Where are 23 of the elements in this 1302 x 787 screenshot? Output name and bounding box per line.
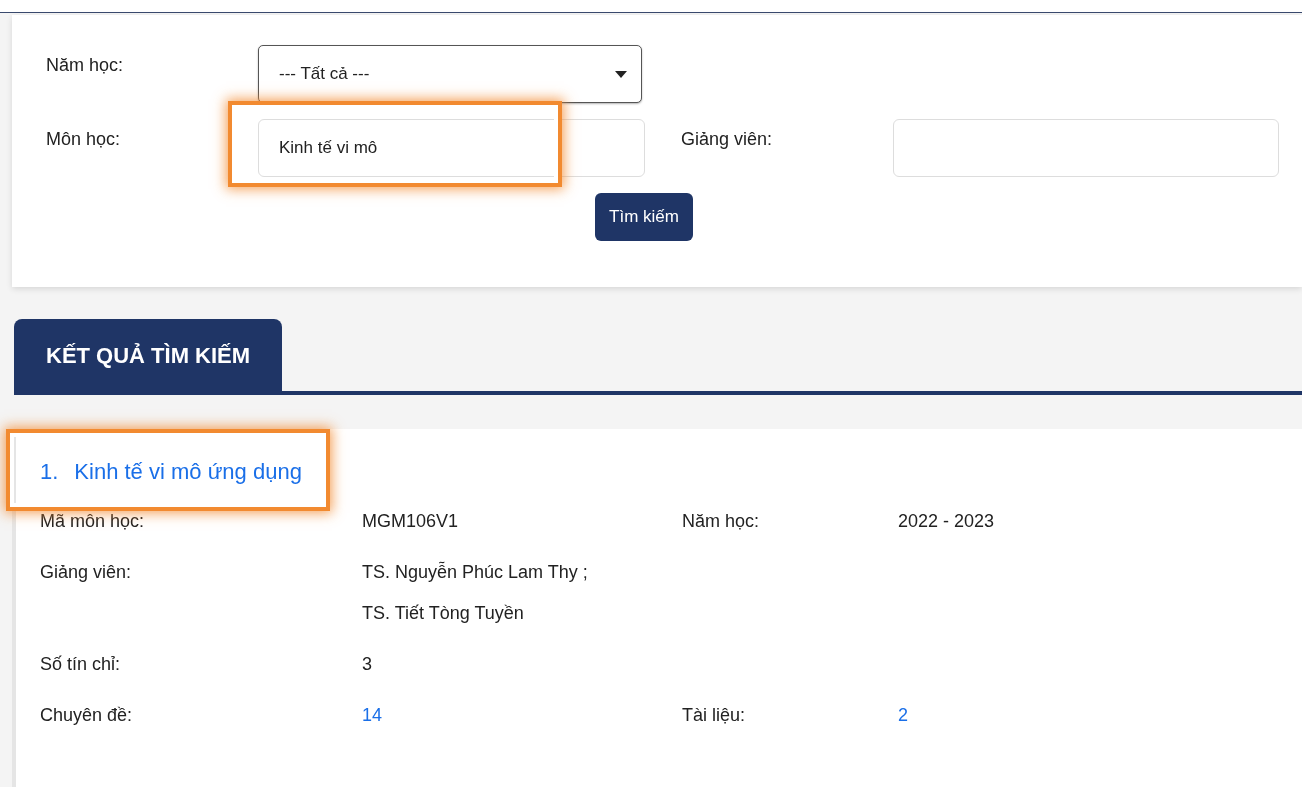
- field-label: Giảng viên:: [40, 562, 133, 584]
- count-link[interactable]: 2: [898, 705, 1302, 726]
- field-value: 2022 - 2023: [898, 511, 996, 532]
- field-label: Năm học:: [682, 511, 761, 532]
- field-value: TS. Nguyễn Phúc Lam Thy ;: [362, 562, 589, 583]
- year-dropdown[interactable]: --- Tất cả ---: [258, 45, 642, 103]
- field-label: Năm học:: [46, 54, 125, 76]
- field-label: Tài liệu:: [682, 705, 747, 726]
- field-label: Môn học:: [46, 128, 122, 150]
- search-button[interactable]: Tìm kiếm: [595, 193, 693, 241]
- subject-input[interactable]: Kinh tế vi mô: [258, 119, 645, 177]
- results-tab[interactable]: KẾT QUẢ TÌM KIẾM: [14, 319, 283, 391]
- field-value: MGM106V1: [362, 511, 460, 532]
- field-label: Mã môn học:: [40, 511, 146, 532]
- caret-icon: [615, 70, 627, 78]
- field-value: TS. Tiết Tòng Tuyền: [362, 603, 525, 624]
- lecturer-input[interactable]: [893, 119, 1279, 177]
- field-value: 3: [362, 654, 373, 675]
- result-title[interactable]: 1. Kinh tế vi mô ứng dụng: [40, 459, 302, 485]
- field-label: Giảng viên:: [681, 128, 774, 150]
- field-label: Số tín chỉ:: [40, 654, 122, 675]
- count-link[interactable]: 14: [362, 705, 682, 726]
- field-label: Chuyên đề:: [40, 705, 134, 726]
